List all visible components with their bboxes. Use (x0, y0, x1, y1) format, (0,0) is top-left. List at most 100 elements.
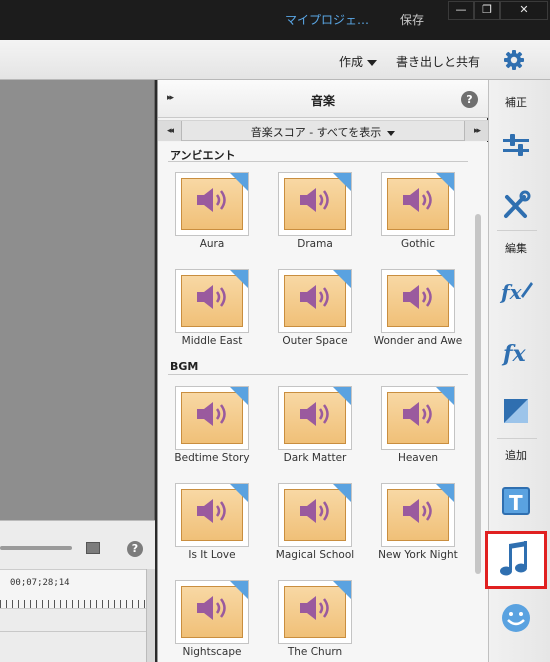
timeline-panel: ? 00;07;28;14 (0, 520, 155, 662)
panel-header: ▸▸ 音楽 ? (158, 80, 488, 118)
music-item-label: Heaven (397, 452, 439, 464)
download-tag-icon (333, 387, 351, 405)
sidebar-divider (497, 438, 537, 439)
sidebar-divider (497, 230, 537, 231)
gear-icon[interactable] (503, 49, 525, 71)
music-item[interactable]: Magical School (261, 483, 355, 575)
close-button[interactable]: ✕ (500, 1, 548, 20)
music-thumbnail (175, 172, 249, 236)
speaker-icon (197, 596, 226, 620)
timeline-ruler[interactable]: 00;07;28;14 (0, 569, 146, 609)
music-item[interactable]: The Churn (261, 580, 355, 662)
zoom-slider[interactable] (0, 546, 72, 550)
music-item-label: Is It Love (188, 549, 236, 561)
category-dropdown[interactable]: 音楽スコア - すべてを表示 (182, 124, 464, 140)
music-item-label: The Churn (287, 646, 343, 658)
music-thumbnail (278, 386, 352, 450)
music-item-label: Bedtime Story (174, 452, 250, 464)
music-item[interactable]: Aura (158, 172, 252, 264)
export-share-menu[interactable]: 書き出しと共有 (396, 53, 480, 70)
music-item[interactable]: Is It Love (158, 483, 252, 575)
transitions-icon[interactable] (497, 392, 535, 430)
speaker-icon (403, 285, 432, 309)
create-menu[interactable]: 作成 (339, 53, 378, 70)
music-icon[interactable] (485, 531, 547, 589)
music-thumbnail (278, 580, 352, 644)
applied-effects-icon[interactable]: fx (497, 272, 535, 310)
music-item[interactable]: Outer Space (261, 269, 355, 361)
speaker-icon (197, 402, 226, 426)
previous-category-button[interactable]: ◂◂ (158, 121, 182, 141)
speaker-icon (197, 188, 226, 212)
next-category-button[interactable]: ▸▸ (464, 121, 488, 141)
music-item[interactable]: Middle East (158, 269, 252, 361)
tools-icon[interactable] (497, 187, 535, 225)
menu-bar: 作成 書き出しと共有 (0, 40, 550, 80)
music-item-label: Outer Space (282, 335, 348, 347)
download-tag-icon (333, 173, 351, 191)
section-divider (168, 161, 468, 162)
effects-icon[interactable]: fx (497, 333, 535, 371)
panel-scrollbar[interactable] (475, 214, 481, 574)
music-item-label: Drama (297, 238, 333, 250)
download-tag-icon (230, 387, 248, 405)
music-item[interactable]: Drama (261, 172, 355, 264)
music-thumbnail (381, 483, 455, 547)
download-tag-icon (436, 173, 454, 191)
project-name[interactable]: マイプロジェ… (285, 11, 369, 28)
music-item[interactable]: Dark Matter (261, 386, 355, 478)
svg-text:fx: fx (501, 341, 526, 367)
maximize-button[interactable]: ❐ (474, 1, 500, 20)
download-tag-icon (230, 270, 248, 288)
music-thumbnail (381, 269, 455, 333)
render-icon[interactable] (86, 542, 100, 554)
speaker-icon (403, 402, 432, 426)
ruler-ticks (0, 600, 146, 608)
music-item[interactable]: New York Night (364, 483, 458, 575)
music-thumbnail (278, 269, 352, 333)
music-thumbnail (175, 483, 249, 547)
help-icon[interactable]: ? (461, 91, 478, 108)
download-tag-icon (436, 387, 454, 405)
adjust-section-label: 補正 (505, 96, 527, 109)
help-icon[interactable]: ? (127, 541, 143, 557)
music-item[interactable]: Bedtime Story (158, 386, 252, 478)
speaker-icon (197, 285, 226, 309)
download-tag-icon (230, 581, 248, 599)
save-button[interactable]: 保存 (400, 11, 424, 28)
svg-text:T: T (509, 491, 523, 515)
adjust-sliders-icon[interactable] (497, 127, 535, 165)
music-thumbnail (381, 386, 455, 450)
music-item[interactable]: Gothic (364, 172, 458, 264)
title-bar: マイプロジェ… 保存 — ❐ ✕ (0, 0, 550, 40)
category-dropdown-label: 音楽スコア - すべてを表示 (250, 126, 382, 139)
download-tag-icon (230, 173, 248, 191)
music-list[interactable]: アンビエント Aura Drama Gothic Middle East Out… (158, 142, 488, 662)
svg-text:fx: fx (499, 280, 523, 304)
graphics-icon[interactable] (497, 599, 535, 637)
section-divider (168, 374, 468, 375)
speaker-icon (300, 499, 329, 523)
music-item-label: New York Night (378, 549, 458, 561)
music-item[interactable]: Nightscape (158, 580, 252, 662)
timeline-scrollbar[interactable] (146, 569, 155, 662)
speaker-icon (300, 285, 329, 309)
music-item[interactable]: Wonder and Awe (364, 269, 462, 361)
minimize-button[interactable]: — (448, 1, 474, 20)
music-item-label: Aura (199, 238, 225, 250)
monitor-preview[interactable] (0, 80, 155, 520)
add-section-label: 追加 (505, 449, 527, 462)
music-item-label: Wonder and Awe (373, 335, 463, 347)
download-tag-icon (436, 484, 454, 502)
music-item-label: Gothic (400, 238, 436, 250)
music-item[interactable]: Heaven (364, 386, 458, 478)
track-divider (0, 631, 146, 632)
music-thumbnail (278, 172, 352, 236)
title-icon[interactable]: T (497, 482, 535, 520)
download-tag-icon (436, 270, 454, 288)
download-tag-icon (333, 581, 351, 599)
speaker-icon (403, 499, 432, 523)
chevron-down-icon (387, 130, 396, 136)
panel-title: 音楽 (310, 94, 335, 108)
create-menu-label: 作成 (339, 55, 364, 69)
